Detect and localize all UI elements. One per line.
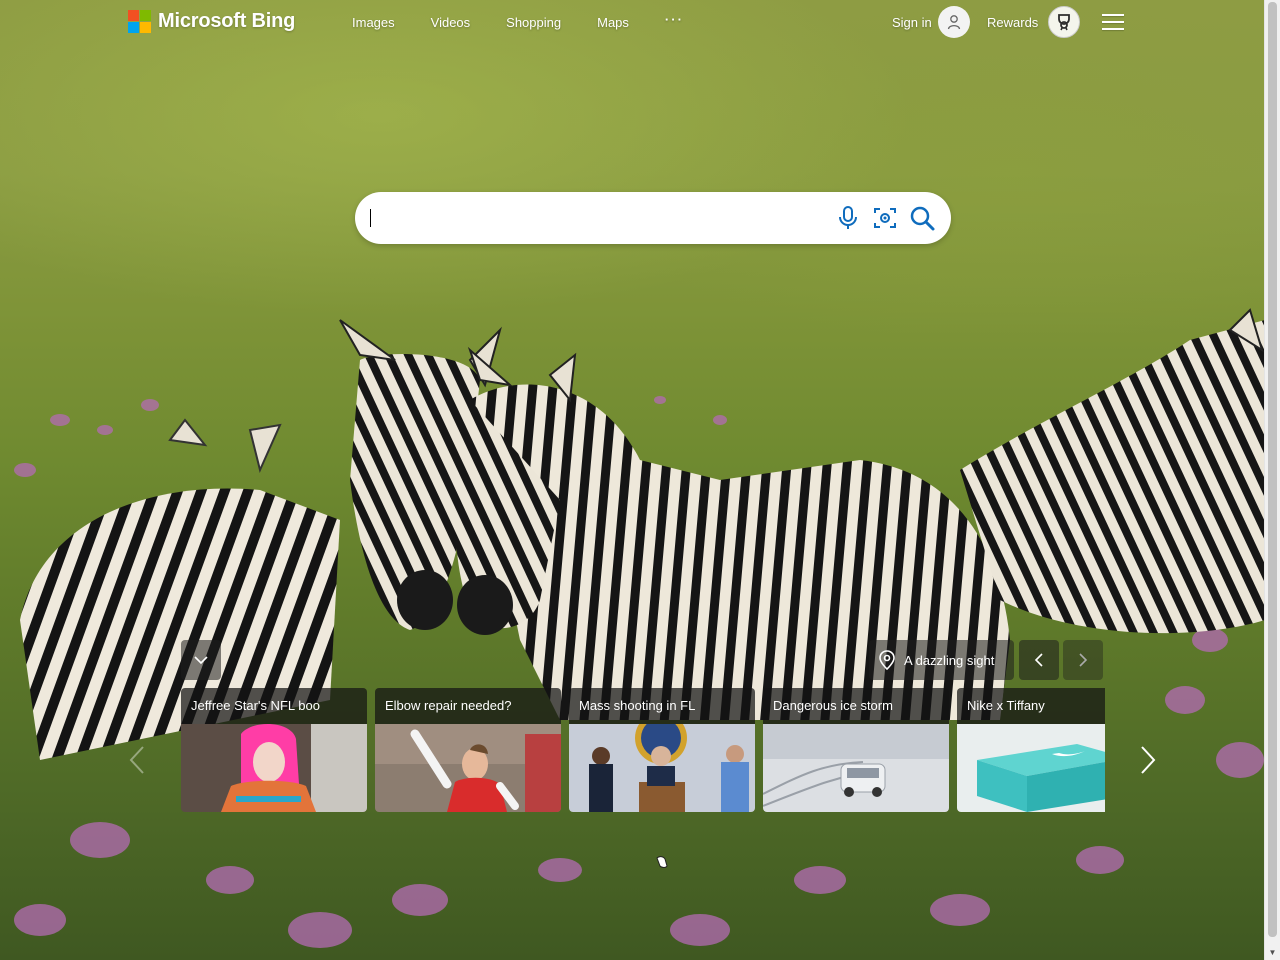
search-icon[interactable] xyxy=(908,204,936,232)
text-caret xyxy=(370,209,371,227)
previous-image-button[interactable] xyxy=(1019,640,1059,680)
collapse-feed-button[interactable] xyxy=(181,640,221,680)
news-card-thumbnail xyxy=(181,724,367,812)
nav-item-shopping[interactable]: Shopping xyxy=(506,15,561,30)
zebras-illustration xyxy=(20,308,1265,760)
chevron-down-icon xyxy=(194,656,208,665)
rewards-trophy-icon xyxy=(1048,6,1081,38)
news-card-thumbnail xyxy=(375,724,561,812)
news-card-title: Jeffree Star's NFL boo xyxy=(181,688,367,724)
image-of-day-label: A dazzling sight xyxy=(904,652,995,668)
mouse-cursor-icon xyxy=(656,856,668,868)
bing-logo[interactable]: Microsoft Bing xyxy=(128,10,295,33)
news-card-thumbnail xyxy=(763,724,949,812)
microphone-icon[interactable] xyxy=(834,204,862,232)
sign-in-button[interactable]: Sign in xyxy=(892,6,970,38)
chevron-left-icon xyxy=(1034,653,1043,667)
news-card[interactable]: Nike x Tiffany xyxy=(957,688,1105,812)
nav-item-videos[interactable]: Videos xyxy=(431,15,471,30)
nav-more-button[interactable]: ··· xyxy=(665,12,684,30)
chevron-left-icon xyxy=(129,746,144,774)
sign-in-label: Sign in xyxy=(892,14,932,30)
news-card-title: Dangerous ice storm xyxy=(763,688,949,724)
location-pin-icon xyxy=(879,650,895,670)
visual-search-icon[interactable] xyxy=(871,204,899,232)
news-carousel: Jeffree Star's NFL boo Elbow repair need… xyxy=(181,688,1105,812)
chevron-right-icon xyxy=(1141,746,1156,774)
carousel-next-button[interactable] xyxy=(1135,742,1161,778)
search-box xyxy=(355,192,951,244)
image-info-button[interactable]: A dazzling sight xyxy=(869,640,1014,680)
news-card-title: Mass shooting in FL xyxy=(569,688,755,724)
top-nav: Images Videos Shopping Maps ··· xyxy=(352,12,720,30)
news-card-title: Elbow repair needed? xyxy=(375,688,561,724)
background-image xyxy=(0,0,1265,960)
news-card-thumbnail xyxy=(569,724,755,812)
nav-item-images[interactable]: Images xyxy=(352,15,395,30)
search-input[interactable] xyxy=(371,206,825,232)
news-card[interactable]: Mass shooting in FL xyxy=(569,688,755,812)
user-avatar-icon xyxy=(937,6,970,38)
rewards-label: Rewards xyxy=(987,14,1039,30)
news-card[interactable]: Jeffree Star's NFL boo xyxy=(181,688,367,812)
next-image-button[interactable] xyxy=(1063,640,1103,680)
page-scrollbar[interactable]: ▼ xyxy=(1264,0,1280,960)
news-card-thumbnail xyxy=(957,724,1105,812)
scroll-down-arrow-icon[interactable]: ▼ xyxy=(1268,948,1277,957)
news-card[interactable]: Dangerous ice storm xyxy=(763,688,949,812)
microsoft-logo-icon xyxy=(128,10,151,33)
rewards-button[interactable]: Rewards xyxy=(987,6,1081,38)
scrollbar-thumb[interactable] xyxy=(1268,2,1277,937)
brand-name: Microsoft Bing xyxy=(158,10,296,32)
news-card[interactable]: Elbow repair needed? xyxy=(375,688,561,812)
chevron-right-icon xyxy=(1079,653,1088,667)
nav-item-maps[interactable]: Maps xyxy=(597,15,629,30)
news-card-title: Nike x Tiffany xyxy=(957,688,1105,724)
header: Microsoft Bing Images Videos Shopping Ma… xyxy=(0,0,1265,46)
hamburger-menu-icon[interactable] xyxy=(1102,14,1124,31)
carousel-prev-button[interactable] xyxy=(124,742,150,778)
